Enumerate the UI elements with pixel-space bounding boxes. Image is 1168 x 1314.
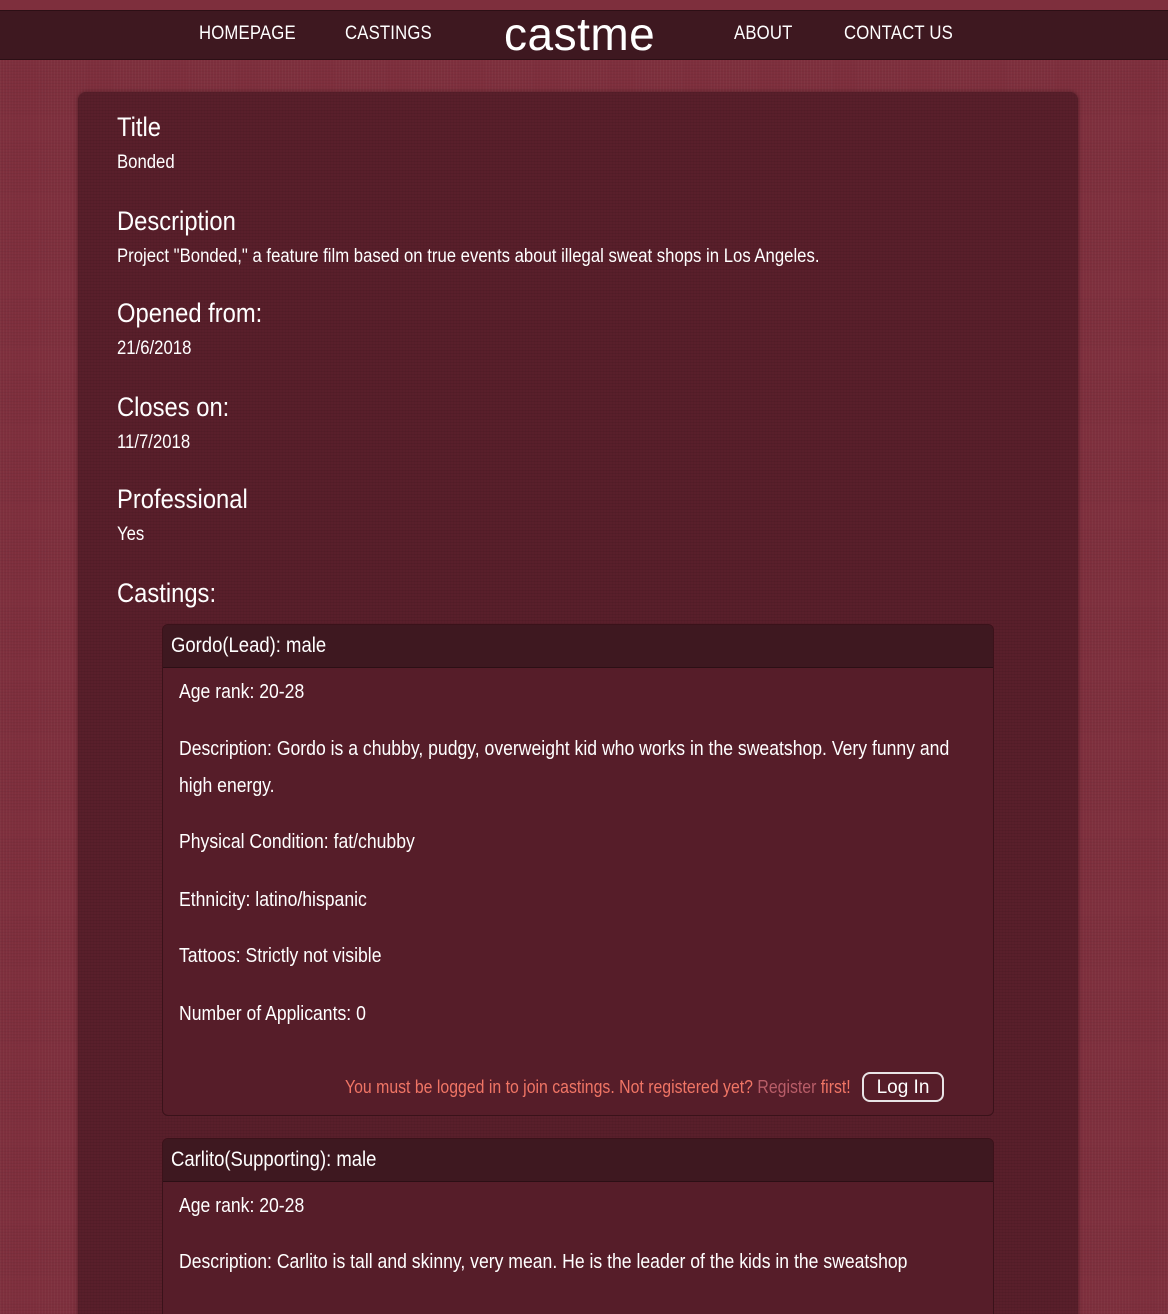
register-link[interactable]: Register: [757, 1077, 816, 1097]
casting-description: Description: Gordo is a chubby, pudgy, o…: [179, 738, 950, 797]
castme-logo[interactable]: castme: [504, 7, 655, 61]
casting-physical-condition: Physical Condition: fat/chubby: [179, 831, 415, 853]
casting-role-title: Carlito(Supporting): male: [171, 1148, 377, 1171]
login-required-message: You must be logged in to join castings. …: [345, 1077, 851, 1098]
login-msg-pre: You must be logged in to join castings. …: [345, 1077, 758, 1097]
casting-tattoos: Tattoos: Strictly not visible: [179, 945, 382, 967]
nav-contact-link[interactable]: CONTACT US: [844, 23, 953, 45]
casting-ethnicity: Ethnicity: latino/hispanic: [179, 889, 367, 911]
title-value: Bonded: [117, 152, 175, 173]
casting-age: Age rank: 20-28: [179, 1195, 305, 1217]
castings-label: Castings:: [117, 578, 217, 608]
title-label: Title: [117, 112, 162, 142]
casting-applicants: Number of Applicants: 0: [179, 1003, 366, 1025]
closes-label: Closes on:: [117, 392, 230, 422]
nav-homepage-link[interactable]: HOMEPAGE: [199, 23, 296, 45]
casting-card-header: Gordo(Lead): male: [163, 625, 993, 668]
opened-value: 21/6/2018: [117, 338, 192, 359]
login-msg-post: first!: [816, 1077, 851, 1097]
project-details-panel: Title Bonded Description Project "Bonded…: [78, 92, 1078, 1314]
log-in-button[interactable]: Log In: [862, 1072, 944, 1102]
closes-value: 11/7/2018: [117, 432, 191, 453]
opened-label: Opened from:: [117, 298, 263, 328]
professional-value: Yes: [117, 524, 145, 545]
casting-card: Carlito(Supporting): male Age rank: 20-2…: [162, 1138, 994, 1314]
nav-about-link[interactable]: ABOUT: [734, 23, 792, 45]
professional-label: Professional: [117, 484, 248, 514]
navbar: HOMEPAGE CASTINGS castme ABOUT CONTACT U…: [0, 7, 1168, 61]
casting-age: Age rank: 20-28: [179, 681, 305, 703]
nav-castings-link[interactable]: CASTINGS: [345, 23, 432, 45]
casting-description: Description: Carlito is tall and skinny,…: [179, 1251, 908, 1273]
description-value: Project "Bonded," a feature film based o…: [117, 246, 820, 267]
casting-card: Gordo(Lead): male Age rank: 20-28 Descri…: [162, 624, 994, 1116]
casting-card-header: Carlito(Supporting): male: [163, 1139, 993, 1182]
description-label: Description: [117, 206, 236, 236]
casting-role-title: Gordo(Lead): male: [171, 634, 327, 657]
